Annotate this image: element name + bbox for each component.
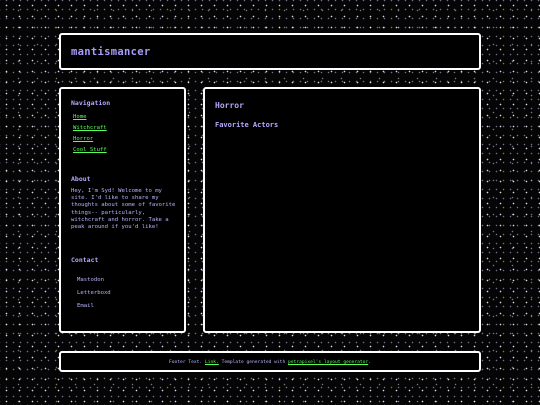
footer-link[interactable]: Link. (205, 360, 219, 365)
about-text: Hey, I'm Syd! Welcome to my site. I'd li… (71, 188, 176, 231)
sidebar-panel: Navigation Home Witchcraft Horror Cool S… (59, 87, 186, 333)
contact-link-email[interactable]: Email (77, 303, 94, 309)
contact-heading: Contact (71, 256, 99, 264)
footer-panel: Footer Text. Link. Template generated wi… (59, 351, 481, 372)
contact-link-letterboxd[interactable]: Letterboxd (77, 290, 111, 296)
nav-link-witchcraft[interactable]: Witchcraft (73, 125, 107, 131)
nav-link-cool-stuff[interactable]: Cool Stuff (73, 147, 107, 153)
footer-prefix: Footer Text. (168, 360, 203, 365)
about-heading: About (71, 175, 91, 183)
section-heading-favorite-actors: Favorite Actors (215, 121, 279, 129)
nav-link-home[interactable]: Home (73, 114, 86, 120)
footer-text: Footer Text. Link. Template generated wi… (61, 360, 479, 365)
header-panel: mantismancer (59, 33, 481, 70)
main-content-panel: Horror Favorite Actors (203, 87, 481, 333)
nav-link-horror[interactable]: Horror (73, 136, 93, 142)
footer-suffix: . (368, 360, 371, 365)
footer-middle: Template generated with (221, 360, 286, 365)
site-title: mantismancer (71, 46, 151, 58)
layout-generator-link[interactable]: petrapixel's layout generator (288, 360, 368, 365)
page-title: Horror (215, 101, 244, 110)
contact-link-mastodon[interactable]: Mastodon (77, 277, 104, 283)
navigation-heading: Navigation (71, 99, 111, 107)
